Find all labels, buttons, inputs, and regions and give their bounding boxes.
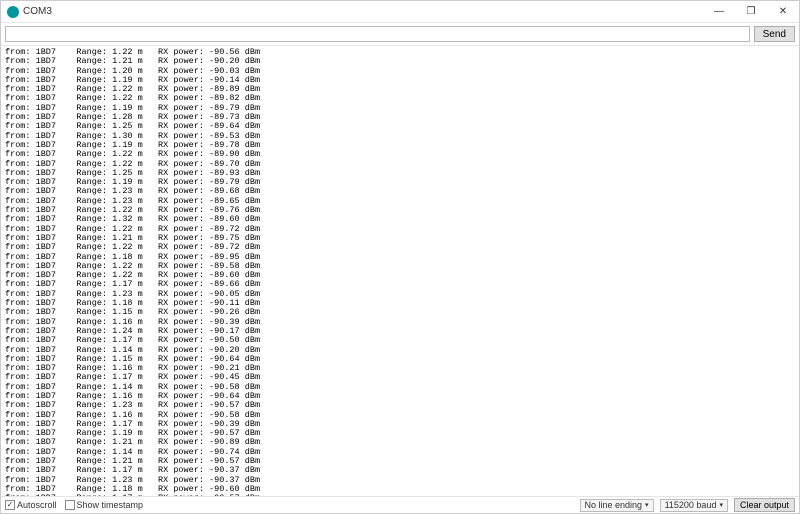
baud-select[interactable]: 115200 baud ▾ <box>660 499 728 512</box>
baud-value: 115200 baud <box>665 500 717 510</box>
clear-output-button[interactable]: Clear output <box>734 498 795 512</box>
console-output[interactable]: from: 1BD7 Range: 1.22 m RX power: -90.5… <box>1 46 799 496</box>
titlebar: COM3 — ❐ ✕ <box>1 1 799 23</box>
autoscroll-label: Autoscroll <box>17 500 57 510</box>
line-ending-value: No line ending <box>585 500 643 510</box>
timestamp-checkbox[interactable] <box>65 500 75 510</box>
close-button[interactable]: ✕ <box>767 1 799 22</box>
autoscroll-checkbox[interactable]: ✓ <box>5 500 15 510</box>
maximize-button[interactable]: ❐ <box>735 1 767 22</box>
statusbar: ✓ Autoscroll Show timestamp No line endi… <box>1 496 799 513</box>
app-icon <box>7 6 19 18</box>
window-title: COM3 <box>23 6 703 17</box>
send-input[interactable] <box>5 26 750 42</box>
timestamp-label: Show timestamp <box>77 500 144 510</box>
chevron-down-icon: ▾ <box>719 501 723 509</box>
minimize-button[interactable]: — <box>703 1 735 22</box>
chevron-down-icon: ▾ <box>645 501 649 509</box>
send-row: Send <box>1 23 799 46</box>
line-ending-select[interactable]: No line ending ▾ <box>580 499 654 512</box>
send-button[interactable]: Send <box>754 26 795 42</box>
